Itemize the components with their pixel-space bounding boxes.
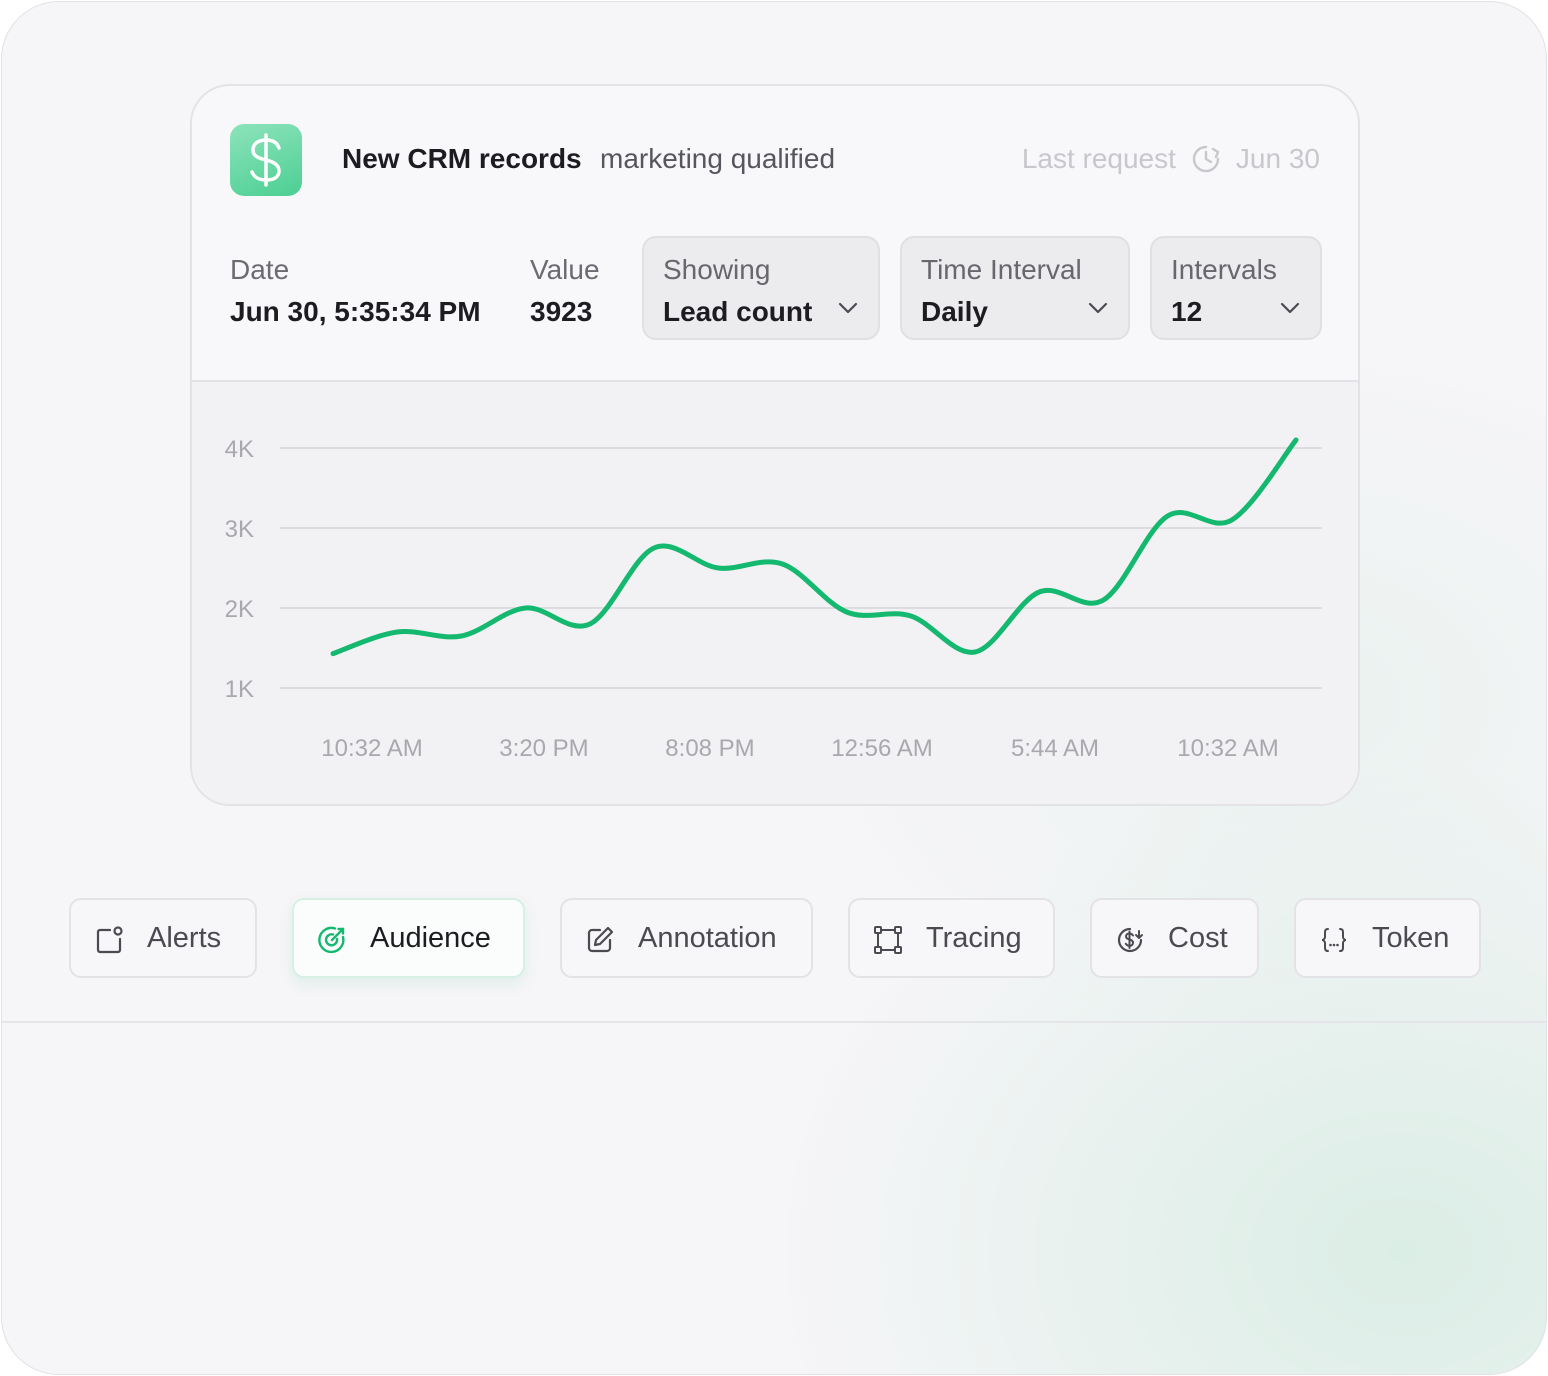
showing-select-label: Showing xyxy=(663,254,771,285)
chevron-down-icon xyxy=(1088,302,1108,314)
line-chart: 4K 3K 2K 1K 10:32 AM 3:20 PM 8:08 PM 12:56 AM 5:… xyxy=(225,436,1322,762)
series-line xyxy=(330,437,1299,657)
alert-bell-icon xyxy=(96,926,123,954)
y-tick-label: 1K xyxy=(225,676,254,703)
tab-annotation[interactable]: Annotation xyxy=(560,898,813,978)
last-request: Last request Jun 30 xyxy=(1022,143,1320,175)
time-interval-select[interactable]: Time Interval Daily xyxy=(900,236,1130,340)
intervals-select[interactable]: Intervals 12 xyxy=(1150,236,1322,340)
tab-tracing[interactable]: Tracing xyxy=(848,898,1055,978)
tab-alerts[interactable]: Alerts xyxy=(69,898,257,978)
chevron-down-icon xyxy=(838,302,858,314)
tab-cost[interactable]: Cost xyxy=(1090,898,1259,978)
dollar-icon xyxy=(230,124,302,196)
feature-tabs: Alerts Audience Annotation Tracing Cost … xyxy=(2,898,1546,982)
clock-icon xyxy=(1192,145,1220,173)
intervals-select-value: 12 xyxy=(1171,296,1203,327)
x-tick-label: 5:44 AM xyxy=(1011,735,1099,762)
section-divider xyxy=(2,1021,1546,1023)
last-request-value: Jun 30 xyxy=(1235,143,1320,174)
showing-select-value: Lead count xyxy=(663,296,813,327)
chart-area: 4K 3K 2K 1K 10:32 AM 3:20 PM 8:08 PM 12:56 AM 5:… xyxy=(192,380,1358,804)
tab-token-label: Token xyxy=(1372,922,1450,954)
y-tick-label: 4K xyxy=(225,436,254,463)
date-value: Jun 30, 5:35:34 PM xyxy=(230,296,481,327)
tab-annotation-label: Annotation xyxy=(638,922,777,954)
app-frame: New CRM records marketing qualified Last… xyxy=(1,1,1547,1375)
chevron-down-icon xyxy=(1280,302,1300,314)
value-value: 3923 xyxy=(530,296,593,327)
x-tick-label: 10:32 AM xyxy=(1177,735,1278,762)
tab-tracing-label: Tracing xyxy=(926,922,1022,954)
time-interval-select-value: Daily xyxy=(921,296,988,327)
last-request-label: Last request xyxy=(1021,143,1176,174)
y-tick-label: 3K xyxy=(225,516,254,543)
x-tick-label: 8:08 PM xyxy=(665,735,754,762)
card-subtitle: marketing qualified xyxy=(600,143,836,174)
intervals-select-label: Intervals xyxy=(1171,254,1277,285)
target-icon xyxy=(318,926,345,954)
metric-card: New CRM records marketing qualified Last… xyxy=(190,84,1360,806)
tab-audience[interactable]: Audience xyxy=(292,898,525,978)
value-label: Value xyxy=(530,254,600,285)
date-label: Date xyxy=(230,254,290,285)
cost-icon xyxy=(1117,927,1143,953)
y-tick-label: 2K xyxy=(225,596,254,623)
card-title: New CRM records xyxy=(342,143,582,174)
trace-nodes-icon xyxy=(874,926,902,954)
card-header: New CRM records marketing qualified Last… xyxy=(192,86,1358,380)
x-tick-label: 3:20 PM xyxy=(499,735,588,762)
showing-select[interactable]: Showing Lead count xyxy=(642,236,880,340)
x-tick-label: 12:56 AM xyxy=(831,735,932,762)
time-interval-select-label: Time Interval xyxy=(921,254,1082,285)
tab-token[interactable]: Token xyxy=(1294,898,1481,978)
x-tick-label: 10:32 AM xyxy=(321,735,422,762)
tab-audience-label: Audience xyxy=(370,922,491,954)
tab-cost-label: Cost xyxy=(1168,922,1228,954)
braces-icon xyxy=(1321,928,1347,952)
edit-icon xyxy=(587,926,614,953)
tab-alerts-label: Alerts xyxy=(147,922,222,954)
